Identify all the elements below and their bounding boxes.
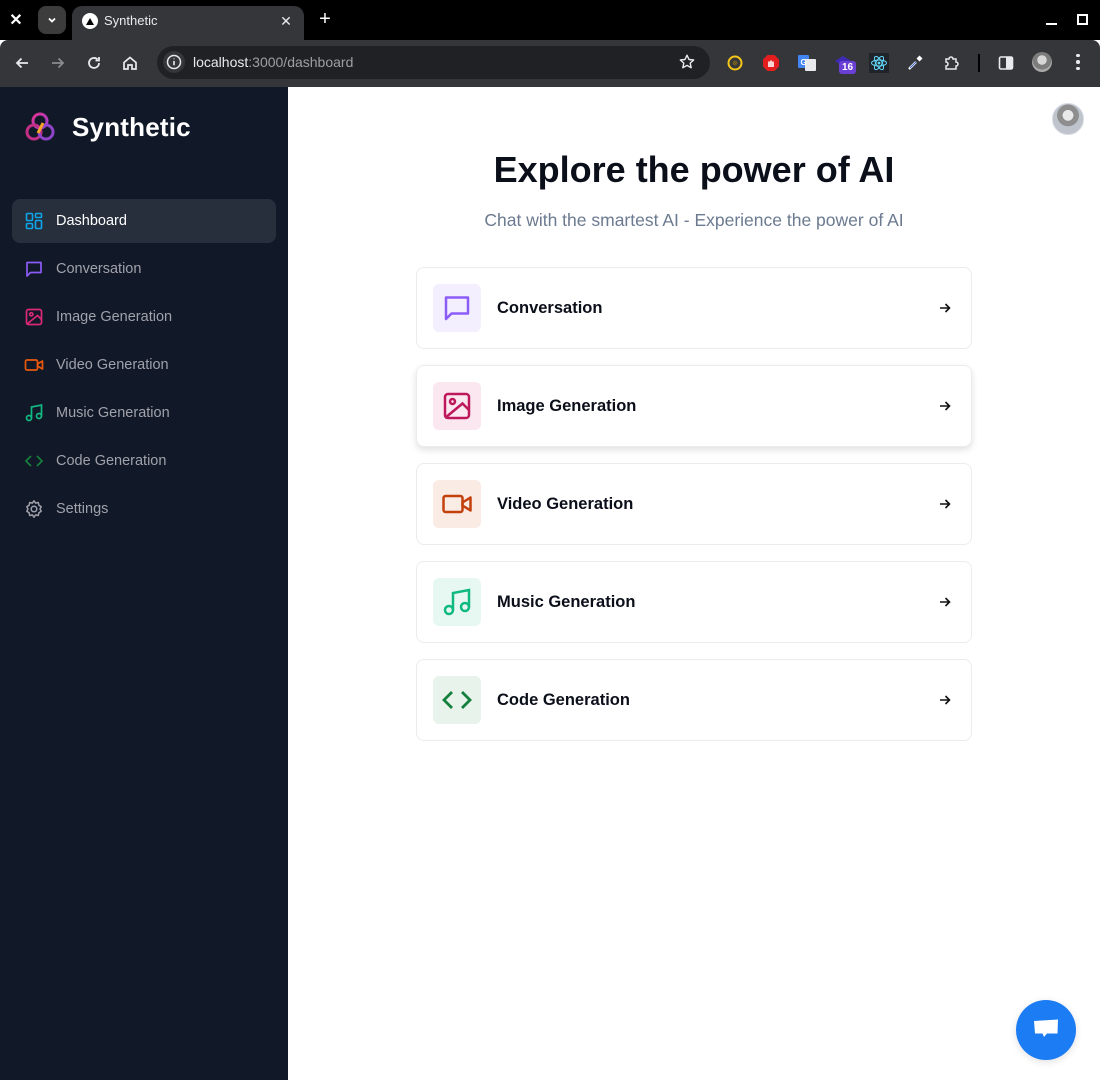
color-picker-extension-icon[interactable]: [905, 53, 925, 73]
video-icon: [24, 355, 44, 375]
url-text: localhost:3000/dashboard: [193, 54, 354, 70]
react-devtools-extension-icon[interactable]: [869, 53, 889, 73]
tool-card-conversation[interactable]: Conversation: [416, 267, 972, 349]
image-icon: [433, 382, 481, 430]
extensions-puzzle-icon[interactable]: [942, 53, 962, 73]
video-icon: [433, 480, 481, 528]
sidebar-item-music-generation[interactable]: Music Generation: [12, 391, 276, 435]
reload-icon: [88, 57, 100, 69]
toolbar-divider: [978, 54, 980, 72]
music-icon: [433, 578, 481, 626]
tool-card-title: Image Generation: [497, 396, 637, 415]
tool-card-video-generation[interactable]: Video Generation: [416, 463, 972, 545]
favicon-icon: [82, 13, 98, 29]
sidebar-item-label: Dashboard: [56, 213, 127, 229]
user-avatar[interactable]: [1052, 103, 1084, 135]
main-content: Explore the power of AI Chat with the sm…: [288, 87, 1100, 1080]
tool-card-list: Conversation Image Generation Video Gene…: [416, 267, 972, 757]
svg-text:G: G: [801, 58, 807, 67]
message-square-icon: [433, 284, 481, 332]
sidebar-nav: Dashboard Conversation Image Generation …: [12, 199, 276, 535]
arrow-right-icon: [940, 499, 951, 509]
arrow-right-icon: [940, 401, 951, 411]
code-icon: [433, 676, 481, 724]
close-window-icon[interactable]: ✕: [6, 10, 26, 30]
sidebar-item-dashboard[interactable]: Dashboard: [12, 199, 276, 243]
sidebar-item-label: Image Generation: [56, 309, 173, 325]
tool-card-music-generation[interactable]: Music Generation: [416, 561, 972, 643]
side-panel-icon[interactable]: [996, 53, 1016, 73]
browser-profile-avatar[interactable]: [1032, 52, 1052, 72]
new-tab-button[interactable]: +: [314, 8, 336, 30]
arrow-right-icon: [940, 303, 951, 313]
page-title: Explore the power of AI: [493, 149, 895, 190]
maximize-window-icon[interactable]: [1077, 14, 1088, 25]
bookmark-star-icon[interactable]: [678, 53, 696, 71]
sidebar-item-label: Music Generation: [56, 405, 170, 421]
arrow-right-icon: [52, 57, 65, 69]
code-icon: [24, 451, 44, 471]
tool-card-title: Code Generation: [497, 690, 630, 709]
chat-bubble-icon: [1034, 1019, 1058, 1037]
home-icon: [123, 56, 137, 70]
image-icon: [24, 307, 44, 327]
tool-card-title: Conversation: [497, 298, 603, 317]
tab-title: Synthetic: [104, 13, 158, 28]
browser-tab-bar: ✕ Synthetic ✕ +: [0, 0, 1100, 40]
adblock-extension-icon[interactable]: [761, 53, 781, 73]
arrow-right-icon: [940, 597, 951, 607]
sidebar-item-label: Video Generation: [56, 357, 169, 373]
close-tab-icon[interactable]: ✕: [276, 11, 296, 31]
music-icon: [24, 403, 44, 423]
sidebar-item-label: Conversation: [56, 261, 142, 277]
google-translate-extension-icon[interactable]: G: [797, 53, 817, 73]
synthetic-logo-icon: [25, 112, 55, 141]
sidebar: Synthetic Dashboard Conversation Image G…: [0, 87, 288, 1080]
tool-card-code-generation[interactable]: Code Generation: [416, 659, 972, 741]
arrow-left-icon: [15, 57, 28, 69]
brand-name: Synthetic: [72, 111, 191, 142]
back-button[interactable]: [10, 51, 34, 75]
message-square-icon: [24, 259, 44, 279]
tool-card-image-generation[interactable]: Image Generation: [416, 365, 972, 447]
chat-support-button[interactable]: [1016, 1000, 1076, 1060]
reload-button[interactable]: [82, 51, 106, 75]
tab-search-button[interactable]: [38, 6, 66, 34]
sidebar-item-conversation[interactable]: Conversation: [12, 247, 276, 291]
sidebar-item-video-generation[interactable]: Video Generation: [12, 343, 276, 387]
tool-card-title: Video Generation: [497, 494, 634, 513]
address-bar[interactable]: localhost:3000/dashboard: [157, 46, 710, 79]
brand[interactable]: Synthetic: [24, 111, 191, 143]
arrow-right-icon: [940, 695, 951, 705]
settings-icon: [24, 499, 44, 519]
sidebar-item-settings[interactable]: Settings: [12, 487, 276, 531]
sidebar-item-code-generation[interactable]: Code Generation: [12, 439, 276, 483]
forward-button[interactable]: [46, 51, 70, 75]
sidebar-item-label: Code Generation: [56, 453, 167, 469]
minimize-window-icon[interactable]: [1045, 12, 1059, 26]
extension-1-icon[interactable]: [725, 53, 745, 73]
extension-badge-icon[interactable]: 16: [833, 53, 857, 74]
home-button[interactable]: [118, 51, 142, 75]
extension-count-badge: 16: [839, 61, 857, 74]
chevron-down-icon: [48, 17, 56, 23]
browser-tab[interactable]: Synthetic ✕: [72, 6, 304, 40]
browser-menu-icon[interactable]: [1070, 52, 1086, 72]
browser-toolbar: localhost:3000/dashboard G 16: [0, 40, 1100, 87]
layout-dashboard-icon: [24, 211, 44, 231]
sidebar-item-label: Settings: [56, 501, 109, 517]
tool-card-title: Music Generation: [497, 592, 636, 611]
sidebar-item-image-generation[interactable]: Image Generation: [12, 295, 276, 339]
page-subtitle: Chat with the smartest AI - Experience t…: [484, 210, 904, 230]
site-info-icon[interactable]: [163, 51, 185, 73]
